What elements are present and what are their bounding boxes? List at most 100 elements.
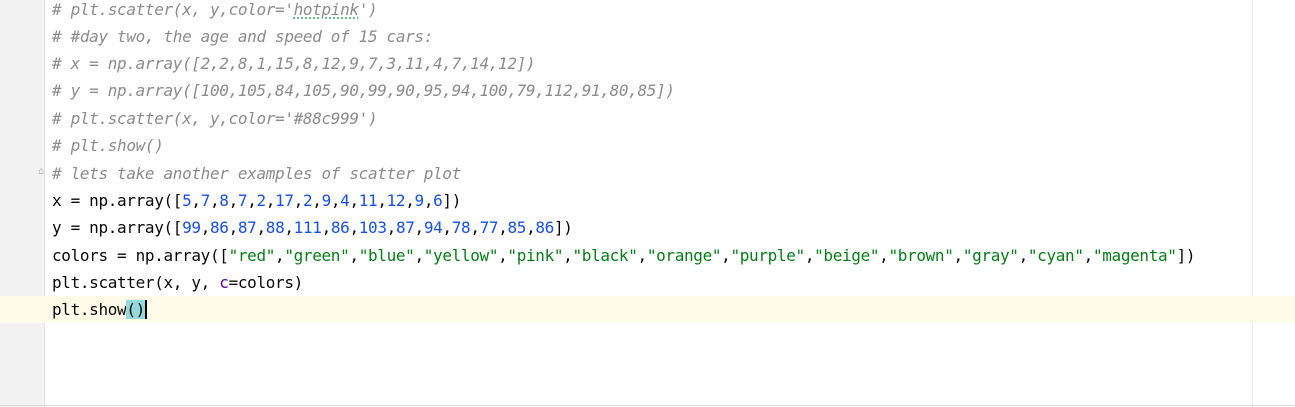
y-values: 99,86,87,88,111,86,103,87,94,78,77,85,86 bbox=[182, 218, 554, 237]
spelling-word: hotpink bbox=[293, 0, 359, 19]
x-close: ]) bbox=[442, 191, 462, 210]
comma: , bbox=[470, 218, 480, 237]
number-literal: 2 bbox=[302, 191, 313, 210]
number-literal: 9 bbox=[321, 191, 332, 210]
number-literal: 12 bbox=[386, 191, 406, 210]
comma: , bbox=[1018, 246, 1029, 265]
colors-close: ]) bbox=[1176, 246, 1196, 265]
string-literal: "green" bbox=[284, 246, 350, 265]
number-literal: 7 bbox=[200, 191, 211, 210]
number-literal: 86 bbox=[210, 218, 229, 237]
y-close: ]) bbox=[553, 218, 573, 237]
comma: , bbox=[498, 218, 508, 237]
number-literal: 103 bbox=[358, 218, 387, 237]
number-literal: 2 bbox=[256, 191, 266, 210]
comma: , bbox=[442, 218, 452, 237]
comma: , bbox=[349, 246, 359, 265]
number-literal: 11 bbox=[358, 191, 378, 210]
number-literal: 17 bbox=[275, 191, 294, 210]
comment-prefix: # plt.scatter(x, y,color=' bbox=[52, 0, 294, 19]
code-line[interactable]: # plt.scatter(x, y,color='hotpink') bbox=[45, 0, 1295, 23]
string-literal: "orange" bbox=[646, 246, 722, 265]
comma: , bbox=[210, 191, 220, 210]
comma: , bbox=[1083, 246, 1094, 265]
x-values: 5,7,8,7,2,17,2,9,4,11,12,9,6 bbox=[182, 191, 443, 210]
comma: , bbox=[312, 191, 322, 210]
string-literal: "brown" bbox=[888, 246, 954, 265]
code-line[interactable]: # y = np.array([100,105,84,105,90,99,90,… bbox=[45, 77, 1295, 104]
comma: , bbox=[191, 191, 201, 210]
comment-suffix: ') bbox=[358, 0, 378, 19]
comma: , bbox=[275, 246, 285, 265]
code-editor[interactable]: ⌂ # plt.scatter(x, y,color='hotpink') # … bbox=[0, 0, 1295, 407]
code-line[interactable]: # #day two, the age and speed of 15 cars… bbox=[45, 23, 1295, 50]
number-literal: 88 bbox=[265, 218, 285, 237]
comma: , bbox=[405, 191, 415, 210]
comma: , bbox=[414, 218, 425, 237]
number-literal: 8 bbox=[219, 191, 229, 210]
number-literal: 86 bbox=[330, 218, 350, 237]
editor-gutter[interactable] bbox=[0, 0, 45, 407]
colors-assign: colors = np.array([ bbox=[52, 246, 229, 265]
comma: , bbox=[349, 191, 359, 210]
string-literal: "gray" bbox=[962, 246, 1019, 265]
comma: , bbox=[284, 218, 294, 237]
matched-parens: () bbox=[126, 300, 145, 319]
code-line-colors-array[interactable]: colors = np.array(["red","green","blue",… bbox=[45, 242, 1295, 269]
number-literal: 86 bbox=[535, 218, 554, 237]
comma: , bbox=[377, 191, 387, 210]
string-literal: "black" bbox=[572, 246, 638, 265]
comma: , bbox=[953, 246, 964, 265]
color-values: "red","green","blue","yellow","pink","bl… bbox=[229, 246, 1177, 265]
code-line-x-array[interactable]: x = np.array([5,7,8,7,2,17,2,9,4,11,12,9… bbox=[45, 187, 1295, 214]
number-literal: 5 bbox=[182, 191, 192, 210]
code-line[interactable]: # plt.show() bbox=[45, 132, 1295, 159]
string-literal: "beige" bbox=[814, 246, 880, 265]
comma: , bbox=[330, 191, 341, 210]
comma: , bbox=[526, 218, 536, 237]
string-literal: "blue" bbox=[358, 246, 415, 265]
comma: , bbox=[293, 191, 304, 210]
editor-bottom-border bbox=[0, 405, 1295, 406]
comma: , bbox=[265, 191, 276, 210]
string-literal: "cyan" bbox=[1027, 246, 1084, 265]
string-literal: "red" bbox=[228, 246, 276, 265]
code-line[interactable]: # x = np.array([2,2,8,1,15,8,12,9,7,3,11… bbox=[45, 50, 1295, 77]
comma: , bbox=[228, 218, 239, 237]
show-prefix: plt.show bbox=[52, 300, 127, 319]
code-line-y-array[interactable]: y = np.array([99,86,87,88,111,86,103,87,… bbox=[45, 214, 1295, 241]
comma: , bbox=[637, 246, 648, 265]
x-assign: x = np.array([ bbox=[52, 191, 183, 210]
scatter-prefix: plt.scatter(x, y, bbox=[52, 273, 220, 292]
number-literal: 99 bbox=[182, 218, 201, 237]
number-literal: 9 bbox=[414, 191, 425, 210]
number-literal: 87 bbox=[237, 218, 257, 237]
comma: , bbox=[414, 246, 424, 265]
number-literal: 111 bbox=[293, 218, 322, 237]
code-line[interactable]: # plt.scatter(x, y,color='#88c999') bbox=[45, 105, 1295, 132]
code-line[interactable]: # lets take another examples of scatter … bbox=[45, 160, 1295, 187]
comma: , bbox=[386, 218, 397, 237]
string-literal: "yellow" bbox=[423, 246, 499, 265]
scatter-suffix: =colors) bbox=[228, 273, 304, 292]
y-assign: y = np.array([ bbox=[52, 218, 183, 237]
comma: , bbox=[256, 218, 266, 237]
number-literal: 78 bbox=[451, 218, 471, 237]
code-line-show-current[interactable]: plt.show() bbox=[0, 296, 1295, 323]
number-literal: 7 bbox=[237, 191, 248, 210]
string-literal: "pink" bbox=[507, 246, 564, 265]
string-literal: "magenta" bbox=[1092, 246, 1177, 265]
comma: , bbox=[423, 191, 434, 210]
comma: , bbox=[200, 218, 211, 237]
code-line-scatter[interactable]: plt.scatter(x, y, c=colors) bbox=[45, 269, 1295, 296]
comma: , bbox=[498, 246, 508, 265]
comma: , bbox=[349, 218, 359, 237]
number-literal: 87 bbox=[395, 218, 415, 237]
comma: , bbox=[804, 246, 815, 265]
number-literal: 94 bbox=[423, 218, 443, 237]
comma: , bbox=[321, 218, 332, 237]
number-literal: 77 bbox=[479, 218, 499, 237]
text-caret bbox=[144, 300, 147, 319]
number-literal: 85 bbox=[507, 218, 527, 237]
scatter-param: c bbox=[219, 273, 229, 292]
